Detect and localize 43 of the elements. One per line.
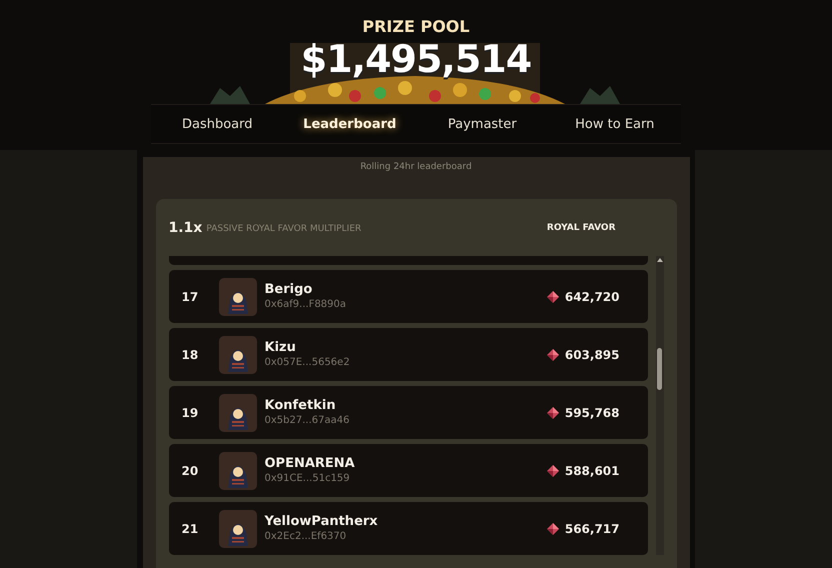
wallet-address: 0x6af9...F8890a [264, 298, 348, 312]
royal-favor-value: 642,720 [564, 290, 620, 304]
rank-number: 19 [182, 406, 200, 420]
multiplier-label: PASSIVE ROYAL FAVOR MULTIPLIER [206, 224, 362, 234]
gem-icon [546, 406, 559, 418]
scrollbar[interactable] [656, 256, 664, 555]
player-name: Kizu [264, 339, 297, 356]
gem-icon [546, 348, 559, 360]
wallet-address: 0x057E...5656e2 [264, 356, 351, 370]
nav-tab[interactable]: Dashboard [151, 105, 284, 143]
prize-pool-title: PRIZE POOL [362, 17, 470, 37]
prize-pool-amount: $1,495,514 [300, 37, 532, 81]
royal-favor-value: 595,768 [564, 406, 620, 420]
scroll-up-icon[interactable] [656, 256, 664, 264]
wallet-address: 0x2Ec2...Ef6370 [264, 530, 348, 544]
player-name: YellowPantherx [264, 513, 379, 530]
player-name: OPENARENA [264, 455, 356, 472]
avatar-icon [218, 394, 256, 432]
avatar-icon [218, 510, 256, 548]
rank-number: 17 [182, 290, 200, 304]
column-heading: ROYAL FAVOR [546, 222, 616, 232]
avatar-icon [218, 278, 256, 316]
rank-number: 20 [182, 464, 200, 478]
gem-icon [546, 522, 559, 534]
rank-number: 21 [182, 522, 200, 536]
avatar-icon [218, 452, 256, 490]
wallet-address: 0x5b27...67aa46 [264, 414, 350, 428]
gem-icon [546, 464, 559, 476]
multiplier-value: 1.1x [168, 220, 202, 236]
wallet-address: 0x91CE...51c159 [264, 472, 351, 486]
player-name: Berigo [264, 281, 314, 298]
scrollbar-thumb[interactable] [657, 348, 662, 390]
gem-icon [546, 290, 559, 302]
nav-tab[interactable]: Leaderboard [284, 105, 416, 143]
royal-favor-value: 566,717 [564, 522, 620, 536]
player-name: Konfetkin [264, 397, 337, 414]
nav-tab[interactable]: Paymaster [416, 105, 548, 143]
rank-number: 18 [182, 348, 200, 362]
royal-favor-value: 603,895 [564, 348, 620, 362]
nav-tab[interactable]: How to Earn [548, 105, 681, 143]
royal-favor-value: 588,601 [564, 464, 620, 478]
leaderboard-subtitle: Rolling 24hr leaderboard [359, 162, 473, 172]
avatar-icon [218, 336, 256, 374]
